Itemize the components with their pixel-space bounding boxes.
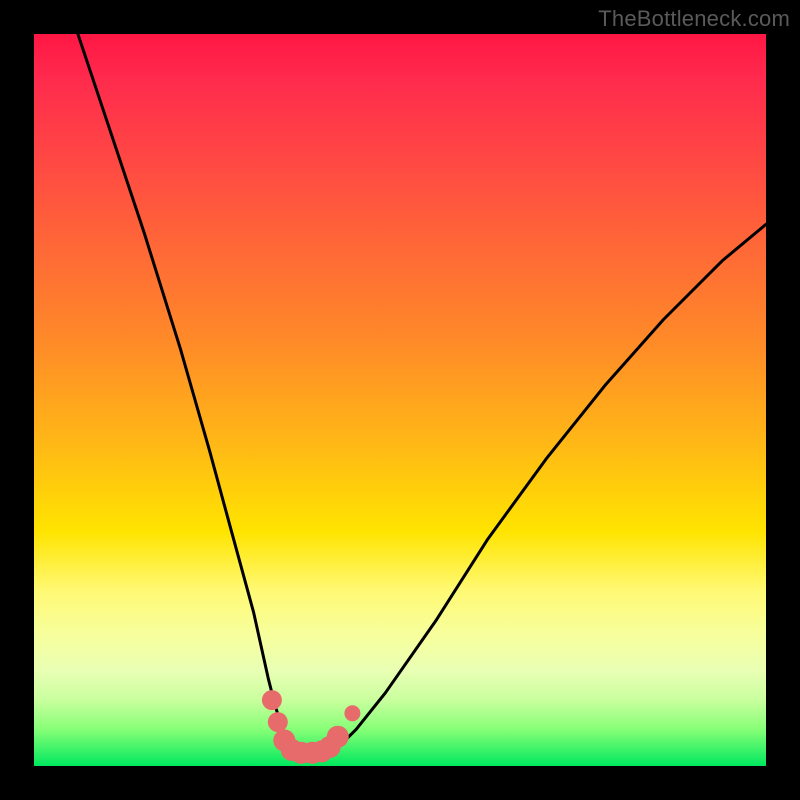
minimum-marker (290, 742, 312, 764)
bottleneck-curve-line (78, 34, 766, 751)
chart-svg (34, 34, 766, 766)
minimum-marker (281, 739, 303, 761)
chart-frame: TheBottleneck.com (0, 0, 800, 800)
minimum-marker-group (262, 690, 361, 764)
minimum-marker (327, 726, 349, 748)
minimum-marker (273, 729, 295, 751)
minimum-marker (311, 740, 333, 762)
watermark-text: TheBottleneck.com (598, 6, 790, 32)
minimum-marker (268, 712, 288, 732)
minimum-marker (344, 705, 360, 721)
minimum-marker (301, 742, 323, 764)
minimum-marker (319, 736, 341, 758)
plot-area (34, 34, 766, 766)
minimum-marker (262, 690, 282, 710)
